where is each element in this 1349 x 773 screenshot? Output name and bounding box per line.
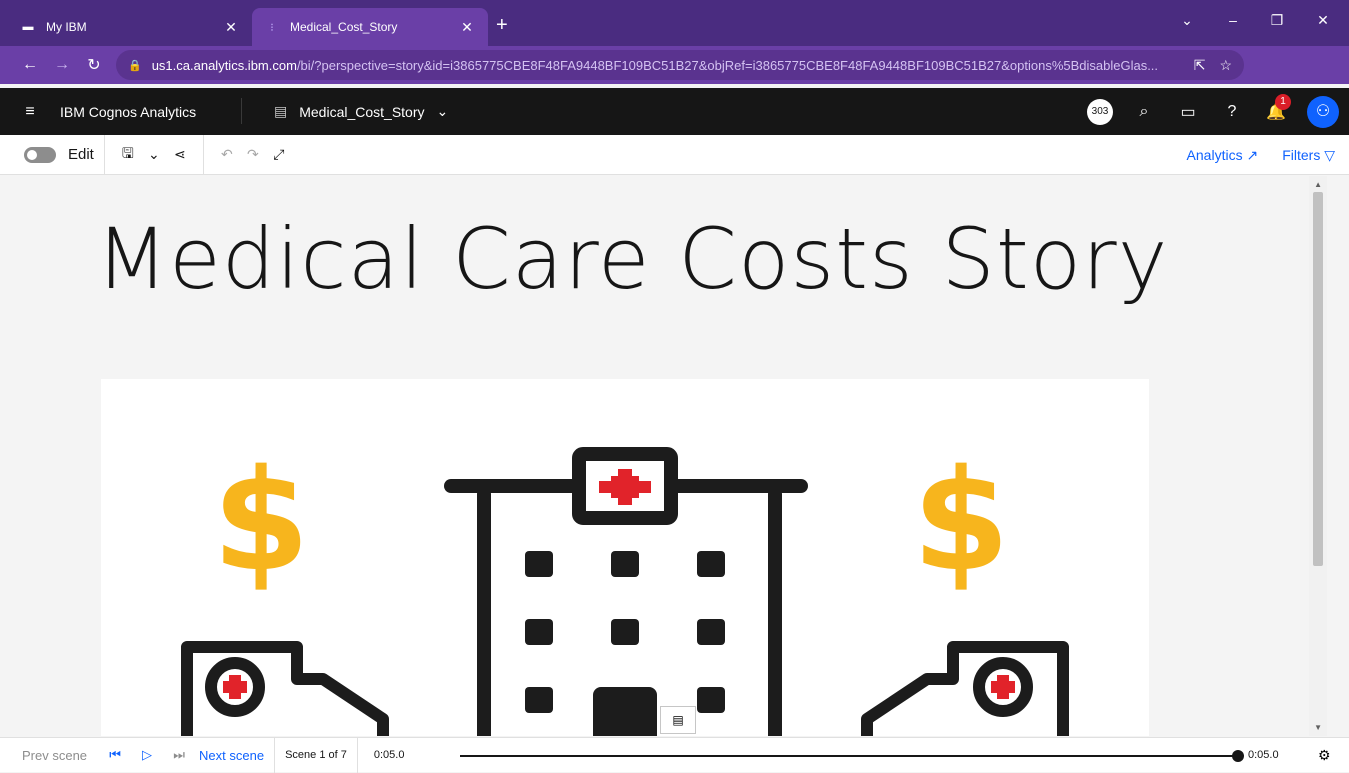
forward-button[interactable]: → [46, 56, 78, 74]
hamburger-menu-icon[interactable]: ≡ [10, 103, 50, 121]
product-name: IBM Cognos Analytics [60, 103, 197, 120]
time-end: 0:05.0 [1248, 749, 1279, 761]
save-menu-chevron-icon[interactable]: ⌄ [141, 146, 167, 163]
new-tab-button[interactable]: + [496, 14, 508, 36]
edit-label: Edit [68, 146, 94, 163]
cognos-favicon-icon: ⁝ [270, 21, 274, 34]
playback-bar: Prev scene ⏮ ▷ ⏭ Next scene Scene 1 of 7… [0, 737, 1349, 773]
undo-icon[interactable]: ↶ [214, 146, 240, 163]
toolbar-divider [202, 134, 204, 175]
share-icon[interactable]: ⇱ [1194, 57, 1206, 74]
minimize-button[interactable]: – [1218, 12, 1248, 28]
tab-search-icon[interactable]: ⌄ [1172, 12, 1202, 29]
tab-title: Medical_Cost_Story [290, 20, 398, 34]
story-document-icon: ▤ [274, 103, 288, 119]
story-toolbar: Edit 🖫 ⌄ ⋖ ↶ ↷ ⤢ Analytics ↗ Filters ▽ [0, 134, 1349, 175]
notification-badge: 1 [1275, 93, 1291, 110]
share-icon[interactable]: ⋖ [167, 146, 193, 163]
ibm-favicon-icon: ▬ [22, 21, 34, 33]
search-icon[interactable]: ⌕ [1131, 103, 1157, 121]
prev-scene-button[interactable]: Prev scene [22, 748, 87, 763]
close-tab-icon[interactable]: ✕ [222, 19, 240, 36]
redo-icon[interactable]: ↷ [240, 146, 266, 163]
reload-button[interactable]: ↻ [78, 55, 110, 75]
story-canvas: Medical Care Costs Story $ $ ▤ ▲ ▼ [10, 176, 1327, 736]
app-header: ≡ IBM Cognos Analytics ▤ Medical_Cost_St… [0, 88, 1349, 135]
dollar-sign-icon: $ [212, 440, 309, 603]
address-bar-row: ← → ↻ 🔒 us1.ca.analytics.ibm.com/bi/?per… [0, 46, 1349, 122]
fullscreen-icon[interactable]: ⤢ [266, 146, 292, 163]
bookmark-star-icon[interactable]: ☆ [1219, 57, 1232, 74]
close-tab-icon[interactable]: ✕ [458, 19, 476, 36]
help-icon[interactable]: ? [1219, 103, 1245, 121]
dollar-sign-icon: $ [912, 440, 1009, 603]
scroll-up-arrow-icon[interactable]: ▲ [1314, 180, 1322, 189]
scroll-thumb[interactable] [1313, 192, 1323, 566]
header-divider [241, 98, 242, 124]
skip-back-icon[interactable]: ⏮ [103, 747, 127, 763]
user-avatar-icon[interactable]: ⚇ [1307, 95, 1339, 128]
hero-image: $ $ [101, 379, 1149, 736]
close-window-button[interactable]: ✕ [1308, 12, 1338, 29]
notifications-bell-icon[interactable]: 🔔 1 [1263, 93, 1291, 122]
filters-button[interactable]: Filters ▽ [1282, 147, 1335, 164]
time-start: 0:05.0 [373, 749, 405, 761]
scene-indicator[interactable]: Scene 1 of 7 [275, 749, 357, 761]
analytics-chart-icon: ↗ [1246, 146, 1259, 163]
comment-icon[interactable]: ▭ [1175, 102, 1201, 122]
story-title: Medical Care Costs Story [95, 210, 1169, 308]
chevron-down-icon: ⌄ [436, 103, 449, 119]
settings-gear-icon[interactable]: ⚙ [1318, 747, 1331, 764]
session-counter[interactable]: 303 [1087, 98, 1113, 125]
save-icon[interactable]: 🖫 [115, 143, 141, 167]
play-icon[interactable]: ▷ [135, 747, 159, 763]
scene-widget-icon[interactable]: ▤ [660, 706, 696, 734]
playbar-divider [356, 737, 358, 773]
restore-button[interactable]: ❐ [1262, 12, 1292, 29]
browser-tab-my-ibm[interactable]: ▬ My IBM ✕ [8, 8, 252, 46]
url-field[interactable]: 🔒 us1.ca.analytics.ibm.com/bi/?perspecti… [116, 50, 1244, 80]
back-button[interactable]: ← [14, 56, 46, 74]
tab-title: My IBM [46, 20, 87, 34]
browser-tab-strip: ▬ My IBM ✕ ⁝ Medical_Cost_Story ✕ + ⌄ – … [0, 0, 1349, 46]
filter-funnel-icon: ▽ [1324, 146, 1335, 163]
timeline-knob[interactable] [1232, 750, 1244, 762]
story-name-label: Medical_Cost_Story [299, 103, 425, 120]
ambulance-icon [181, 641, 389, 736]
skip-forward-icon[interactable]: ⏭ [167, 747, 191, 763]
analytics-button[interactable]: Analytics ↗ [1187, 147, 1259, 164]
ambulance-icon [861, 641, 1069, 736]
story-switcher[interactable]: ▤ Medical_Cost_Story ⌄ [274, 88, 448, 135]
toolbar-divider [103, 134, 105, 175]
next-scene-button[interactable]: Next scene [199, 748, 264, 763]
timeline-track[interactable] [460, 755, 1240, 757]
url-text: us1.ca.analytics.ibm.com/bi/?perspective… [151, 57, 1159, 73]
lock-icon: 🔒 [128, 59, 142, 72]
hospital-illustration: $ $ [181, 440, 1069, 736]
browser-tab-medical-cost-story[interactable]: ⁝ Medical_Cost_Story ✕ [252, 8, 488, 46]
edit-toggle[interactable] [24, 146, 56, 163]
scroll-down-arrow-icon[interactable]: ▼ [1314, 723, 1322, 732]
vertical-scrollbar[interactable]: ▲ ▼ [1309, 176, 1327, 736]
